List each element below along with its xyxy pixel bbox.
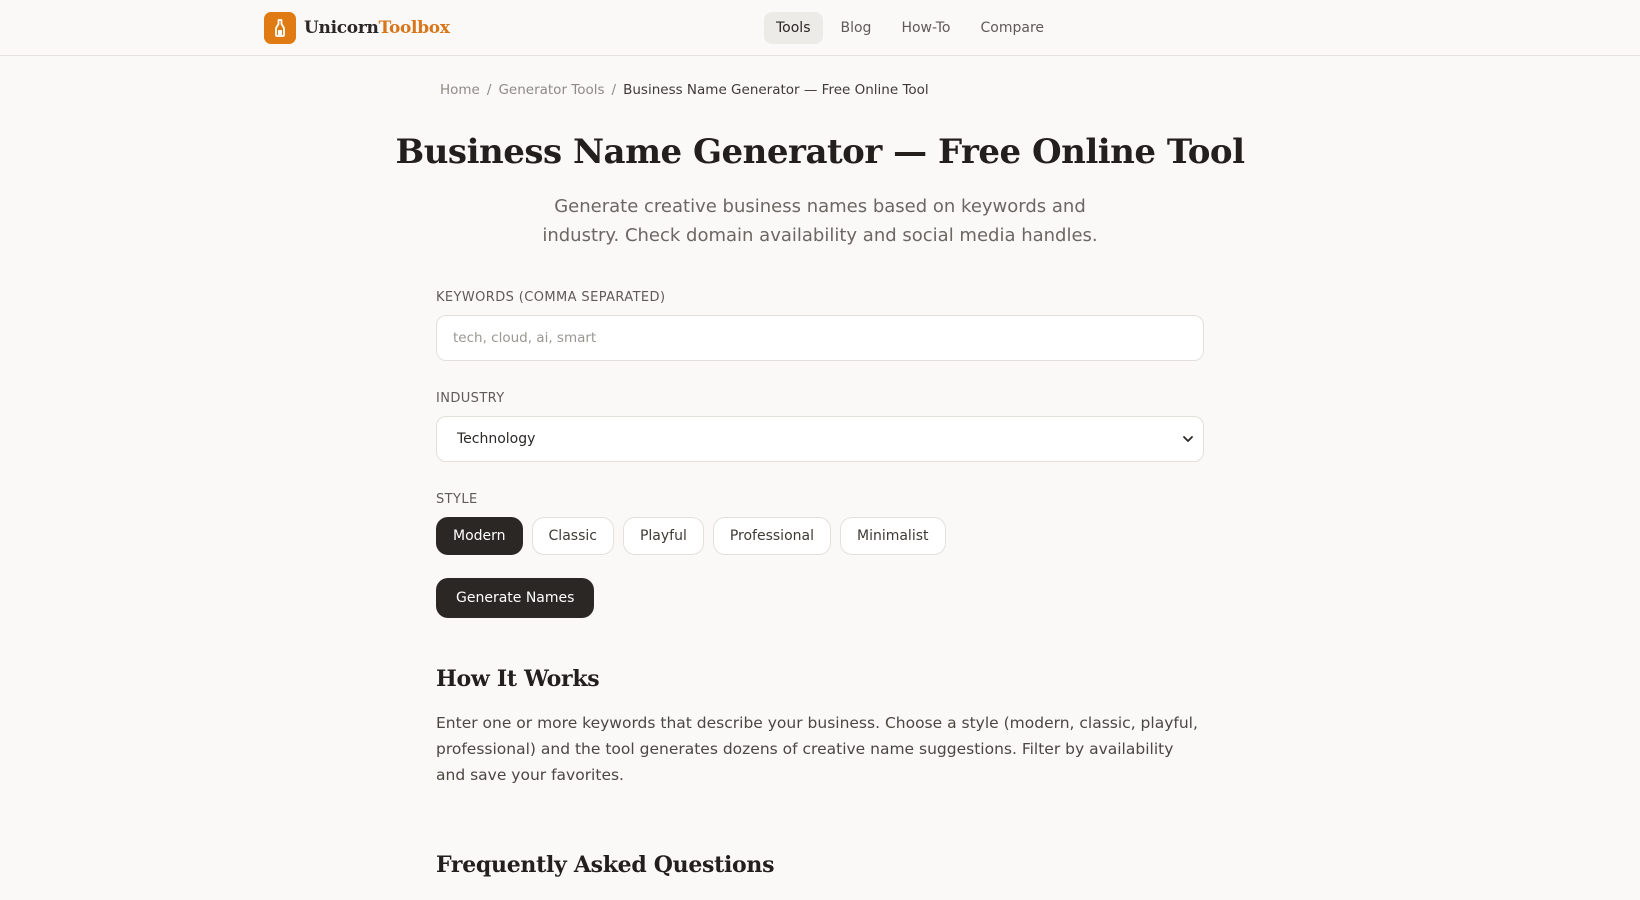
keywords-input[interactable] <box>436 315 1204 361</box>
site-name: UnicornToolbox <box>304 18 450 38</box>
page-subtitle: Generate creative business names based o… <box>542 196 1098 246</box>
industry-label: Industry <box>436 391 505 406</box>
style-chip-professional[interactable]: Professional <box>712 517 831 555</box>
keywords-label: Keywords (comma separated) <box>436 290 666 305</box>
nav-item-tools[interactable]: Tools <box>764 12 823 44</box>
breadcrumb-category-link[interactable]: Generator Tools <box>498 82 604 98</box>
nav-item-how-to[interactable]: How-To <box>889 12 962 44</box>
how-it-works-heading: How It Works <box>436 666 600 692</box>
breadcrumb: Home / Generator Tools / Business Name G… <box>440 82 929 98</box>
industry-select-value[interactable]: Technology <box>436 416 1204 462</box>
style-chip-classic[interactable]: Classic <box>531 517 614 555</box>
site-name-part-2: Toolbox <box>378 18 450 38</box>
nav-item-compare[interactable]: Compare <box>969 12 1057 44</box>
nav-item-blog[interactable]: Blog <box>829 12 884 44</box>
breadcrumb-separator: / <box>486 82 492 98</box>
top-navigation-bar: UnicornToolbox Tools Blog How-To Compare <box>0 0 1640 56</box>
style-chip-playful[interactable]: Playful <box>622 517 704 555</box>
industry-group: Industry Technology <box>436 391 1204 462</box>
main-nav: Tools Blog How-To Compare <box>764 12 1056 44</box>
generator-form: Keywords (comma separated) Industry Tech… <box>436 290 1204 585</box>
style-group: Style Modern Classic Playful Professiona… <box>436 492 1204 555</box>
breadcrumb-home-link[interactable]: Home <box>440 82 480 98</box>
style-chip-minimalist[interactable]: Minimalist <box>839 517 946 555</box>
faq-heading: Frequently Asked Questions <box>436 852 775 878</box>
industry-select[interactable]: Technology <box>436 416 1204 462</box>
generate-names-button[interactable]: Generate Names <box>436 578 595 618</box>
site-logo-link[interactable]: UnicornToolbox <box>264 12 450 44</box>
site-name-part-1: Unicorn <box>304 18 379 38</box>
breadcrumb-current: Business Name Generator — Free Online To… <box>623 82 929 98</box>
how-it-works-text: Enter one or more keywords that describe… <box>436 714 1198 784</box>
unicorn-bottle-icon <box>264 12 296 44</box>
style-chip-modern[interactable]: Modern <box>436 517 523 555</box>
keywords-group: Keywords (comma separated) <box>436 290 1204 361</box>
style-label: Style <box>436 492 478 507</box>
page-title: Business Name Generator — Free Online To… <box>395 132 1245 172</box>
style-chip-group: Modern Classic Playful Professional Mini… <box>436 517 1204 555</box>
breadcrumb-separator: / <box>611 82 617 98</box>
chevron-down-icon <box>1183 436 1193 442</box>
